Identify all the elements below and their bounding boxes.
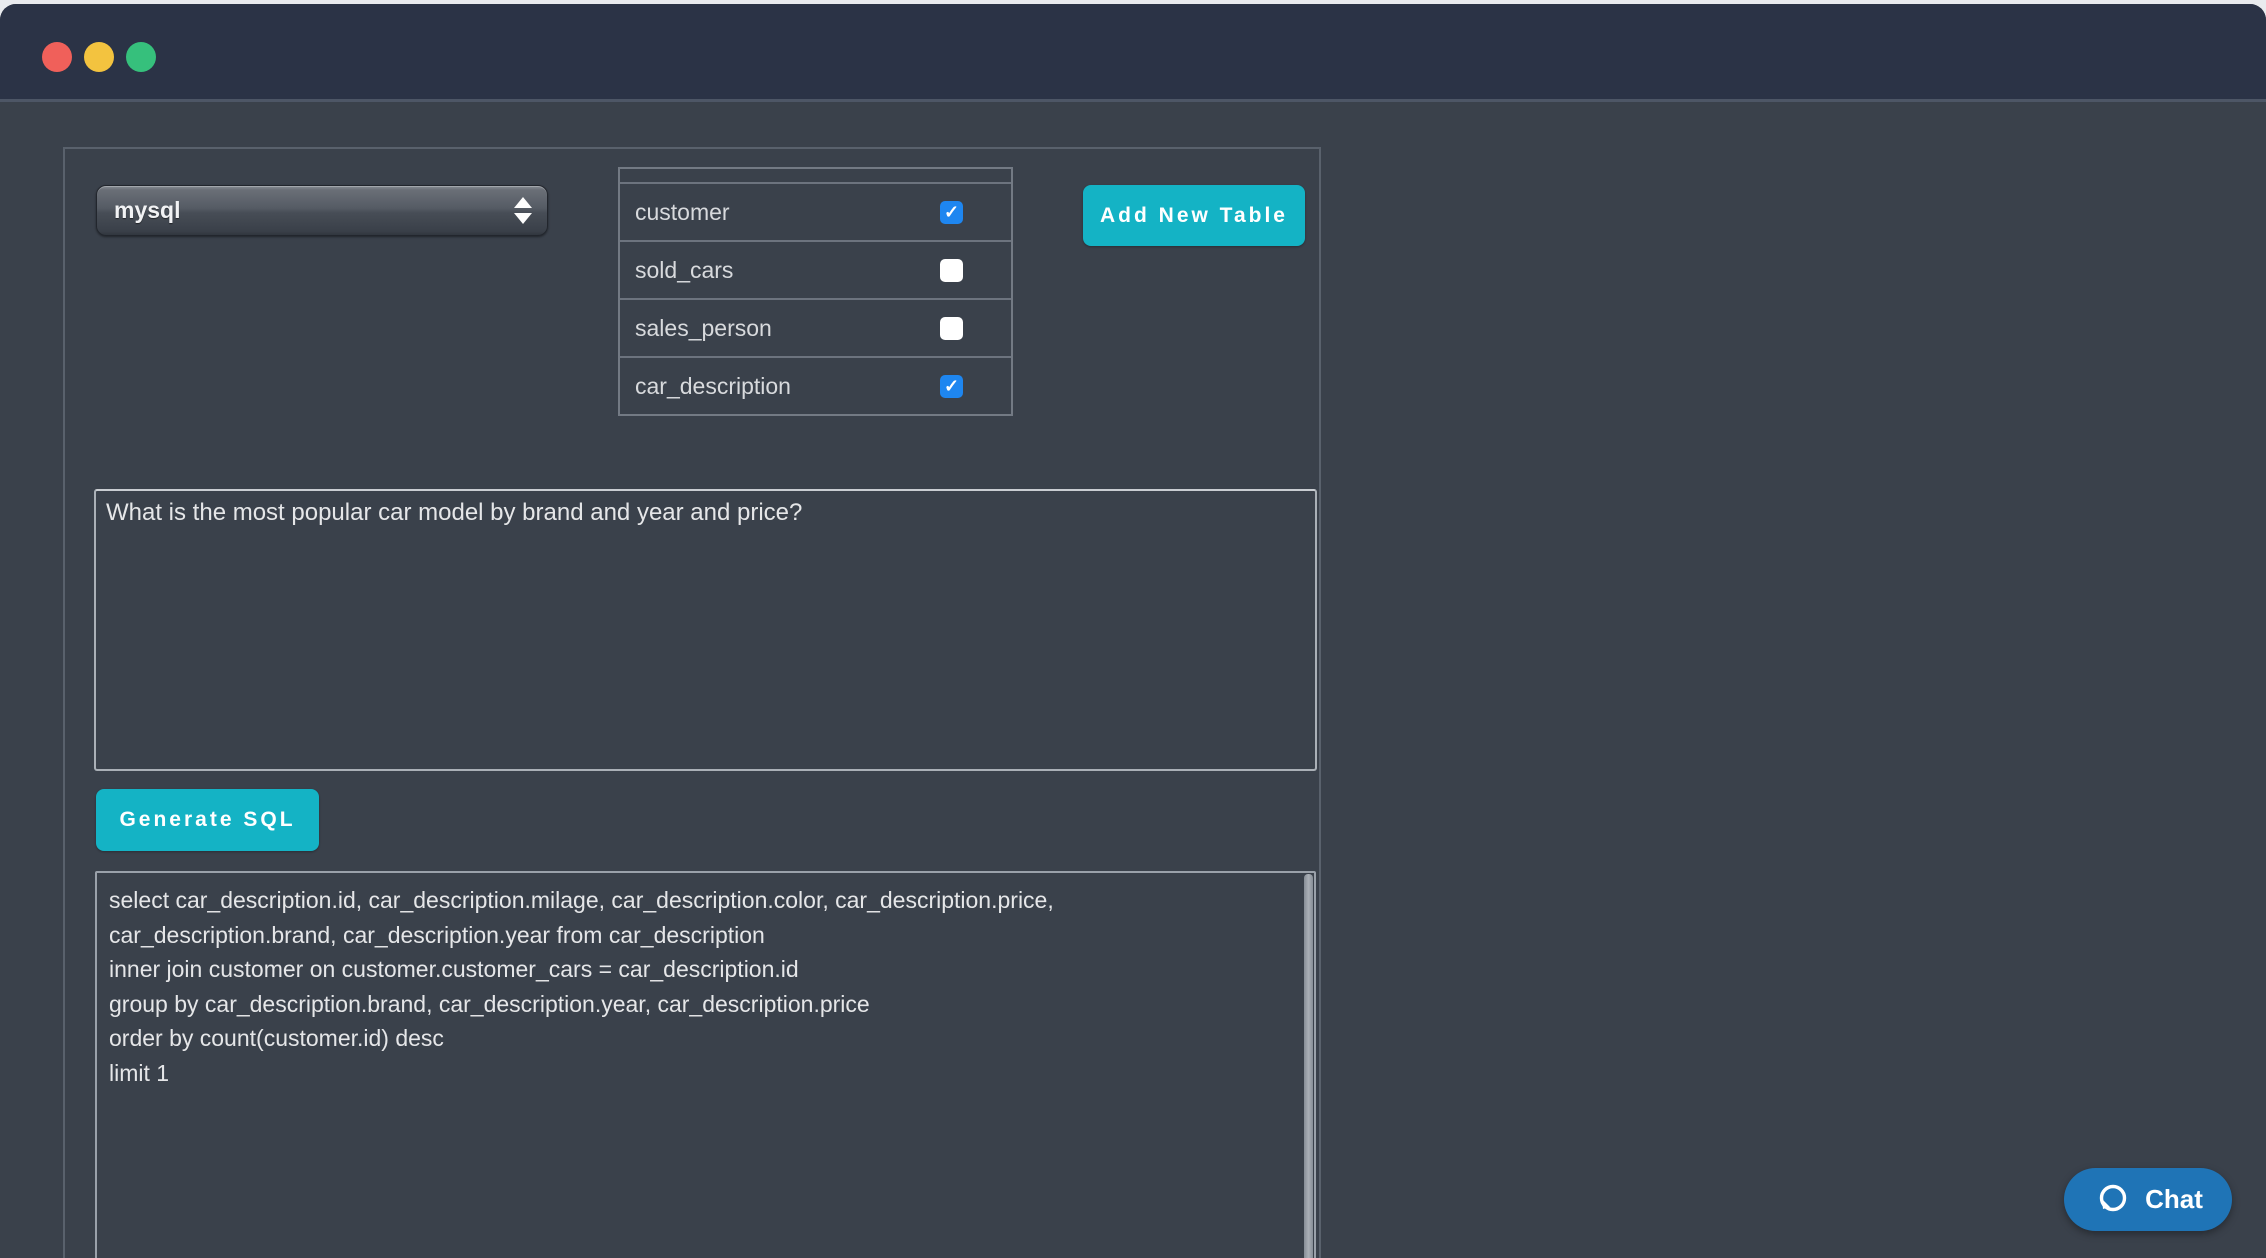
add-new-table-button[interactable]: Add New Table [1083, 185, 1305, 246]
table-name-label: sold_cars [635, 257, 733, 284]
database-select[interactable]: mysql [96, 185, 548, 236]
table-name-label: car_description [635, 373, 791, 400]
table-checkbox-checked[interactable]: ✓ [940, 375, 963, 398]
table-checkbox-unchecked[interactable] [940, 317, 963, 340]
checkmark-icon: ✓ [944, 377, 959, 395]
close-window-button[interactable] [42, 42, 72, 72]
titlebar [0, 4, 2266, 102]
sql-output-scrollbar[interactable] [1304, 874, 1313, 1258]
generate-sql-button[interactable]: Generate SQL [96, 789, 319, 851]
table-row: sold_cars [620, 240, 1011, 298]
sql-output-container: select car_description.id, car_descripti… [95, 871, 1316, 1258]
table-row: car_description ✓ [620, 356, 1011, 414]
database-select-value: mysql [97, 197, 180, 224]
select-spinner-icon [514, 186, 532, 235]
table-name-label: sales_person [635, 315, 772, 342]
table-name-label: customer [635, 199, 730, 226]
table-row: sales_person [620, 298, 1011, 356]
question-input[interactable]: What is the most popular car model by br… [94, 489, 1317, 771]
tables-checklist: customer ✓ sold_cars sales_person car_descri… [618, 167, 1013, 416]
table-row: customer ✓ [620, 182, 1011, 240]
sql-output[interactable]: select car_description.id, car_descripti… [95, 871, 1316, 1258]
zoom-window-button[interactable] [126, 42, 156, 72]
table-checkbox-unchecked[interactable] [940, 259, 963, 282]
checkmark-icon: ✓ [944, 203, 959, 221]
main-panel: mysql customer ✓ sold_cars sales_person car_… [63, 147, 1321, 1258]
chat-button[interactable]: Chat [2064, 1168, 2232, 1231]
app-window: mysql customer ✓ sold_cars sales_person car_… [0, 4, 2266, 1258]
table-checkbox-checked[interactable]: ✓ [940, 201, 963, 224]
minimize-window-button[interactable] [84, 42, 114, 72]
chat-bubble-icon [2093, 1181, 2131, 1219]
chat-button-label: Chat [2145, 1184, 2203, 1215]
